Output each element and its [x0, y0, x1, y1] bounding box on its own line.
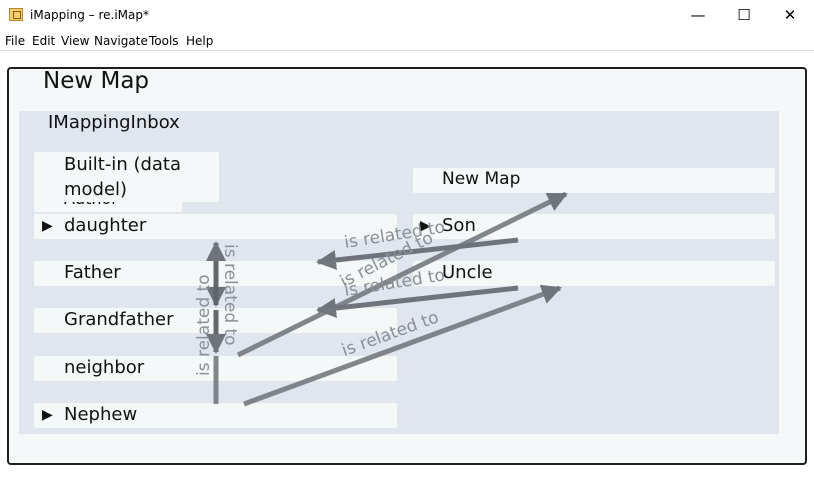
- relation-label[interactable]: is related to: [220, 244, 240, 346]
- edge-nephew-uncle[interactable]: [243, 284, 562, 407]
- relation-label[interactable]: is related to: [194, 274, 214, 376]
